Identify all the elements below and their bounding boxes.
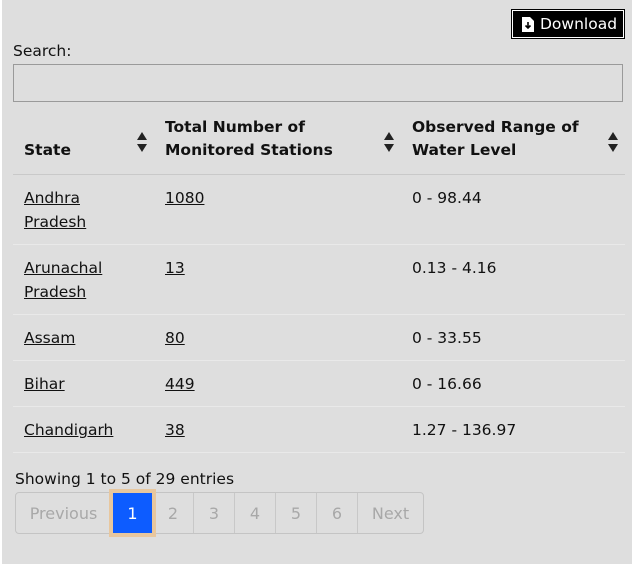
column-header-stations[interactable]: Total Number of Monitored Stations bbox=[154, 110, 401, 175]
datatable-panel: Download Search: State Total Number of M… bbox=[2, 0, 632, 564]
sort-icon bbox=[608, 132, 618, 152]
sort-icon bbox=[384, 132, 394, 152]
pagination: Previous 1 2 3 4 5 6 Next bbox=[15, 492, 424, 534]
page-button-6[interactable]: 6 bbox=[317, 493, 358, 533]
table-row: Bihar 449 0 - 16.66 bbox=[13, 360, 625, 407]
file-download-icon bbox=[522, 16, 534, 32]
entries-info: Showing 1 to 5 of 29 entries bbox=[15, 470, 235, 488]
search-label: Search: bbox=[13, 42, 72, 60]
stations-link[interactable]: 1080 bbox=[165, 189, 204, 207]
previous-button[interactable]: Previous bbox=[16, 493, 112, 533]
sort-icon bbox=[137, 132, 147, 152]
table-row: Assam 80 0 - 33.55 bbox=[13, 314, 625, 361]
data-table: State Total Number of Monitored Stations… bbox=[13, 110, 625, 453]
state-link[interactable]: Assam bbox=[24, 329, 75, 347]
table-header-row: State Total Number of Monitored Stations… bbox=[13, 110, 625, 175]
stations-link[interactable]: 80 bbox=[165, 329, 185, 347]
column-header-water-level[interactable]: Observed Range of Water Level bbox=[401, 110, 625, 175]
water-level-range: 0 - 33.55 bbox=[401, 314, 625, 361]
search-input[interactable] bbox=[13, 64, 623, 102]
stations-link[interactable]: 38 bbox=[165, 421, 185, 439]
page-button-3[interactable]: 3 bbox=[194, 493, 235, 533]
water-level-range: 0 - 16.66 bbox=[401, 360, 625, 407]
stations-link[interactable]: 449 bbox=[165, 375, 195, 393]
page-button-2[interactable]: 2 bbox=[153, 493, 194, 533]
state-link[interactable]: Andhra Pradesh bbox=[24, 189, 86, 231]
download-label: Download bbox=[540, 15, 618, 33]
stations-link[interactable]: 13 bbox=[165, 259, 185, 277]
water-level-range: 0 - 98.44 bbox=[401, 174, 625, 245]
column-header-state[interactable]: State bbox=[13, 110, 154, 175]
table-row: Chandigarh 38 1.27 - 136.97 bbox=[13, 406, 625, 453]
page-button-5[interactable]: 5 bbox=[276, 493, 317, 533]
water-level-range: 1.27 - 136.97 bbox=[401, 406, 625, 453]
state-link[interactable]: Bihar bbox=[24, 375, 65, 393]
water-level-range: 0.13 - 4.16 bbox=[401, 244, 625, 315]
page-button-4[interactable]: 4 bbox=[235, 493, 276, 533]
table-row: Andhra Pradesh 1080 0 - 98.44 bbox=[13, 174, 625, 245]
state-link[interactable]: Chandigarh bbox=[24, 421, 113, 439]
download-button[interactable]: Download bbox=[511, 9, 625, 39]
table-row: Arunachal Pradesh 13 0.13 - 4.16 bbox=[13, 244, 625, 315]
page-button-1[interactable]: 1 bbox=[113, 493, 152, 533]
next-button[interactable]: Next bbox=[358, 493, 423, 533]
state-link[interactable]: Arunachal Pradesh bbox=[24, 259, 102, 301]
